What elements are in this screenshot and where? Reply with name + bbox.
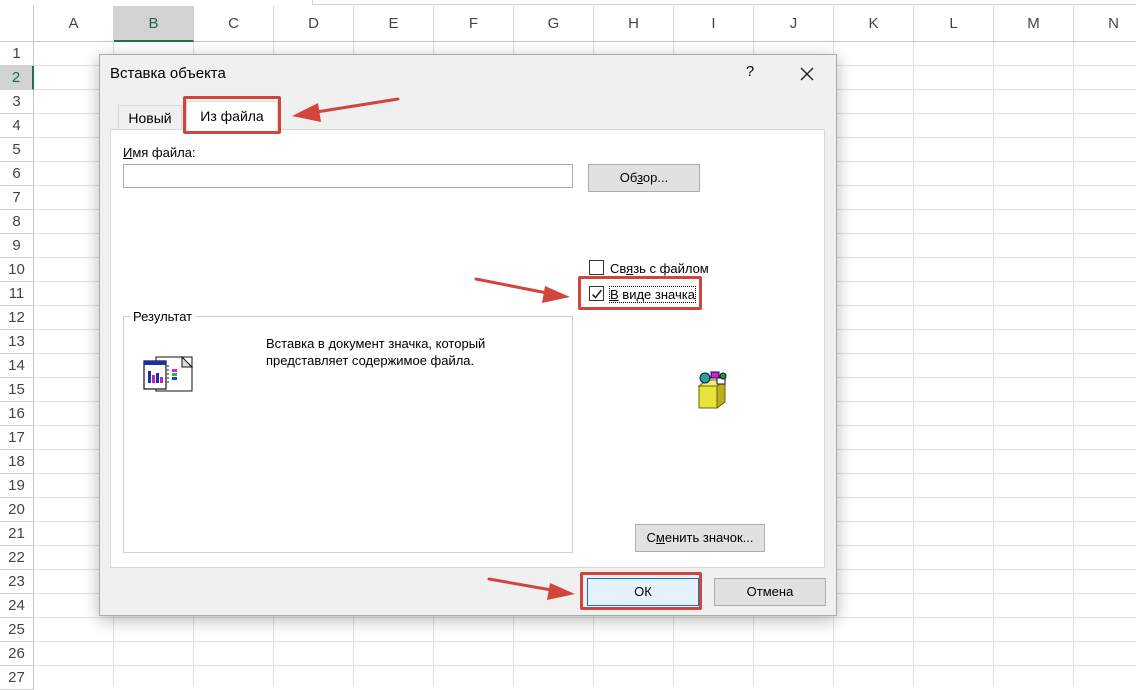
tab-from-file[interactable]: Из файла bbox=[186, 101, 278, 131]
arrow-head-checkbox bbox=[542, 286, 570, 303]
arrow-to-checkbox bbox=[474, 277, 554, 296]
arrow-to-ok bbox=[487, 577, 559, 593]
arrow-to-tab bbox=[308, 97, 400, 115]
arrow-head-tab bbox=[292, 103, 321, 122]
annotation-arrows bbox=[292, 97, 575, 600]
arrow-head-ok bbox=[547, 583, 575, 600]
